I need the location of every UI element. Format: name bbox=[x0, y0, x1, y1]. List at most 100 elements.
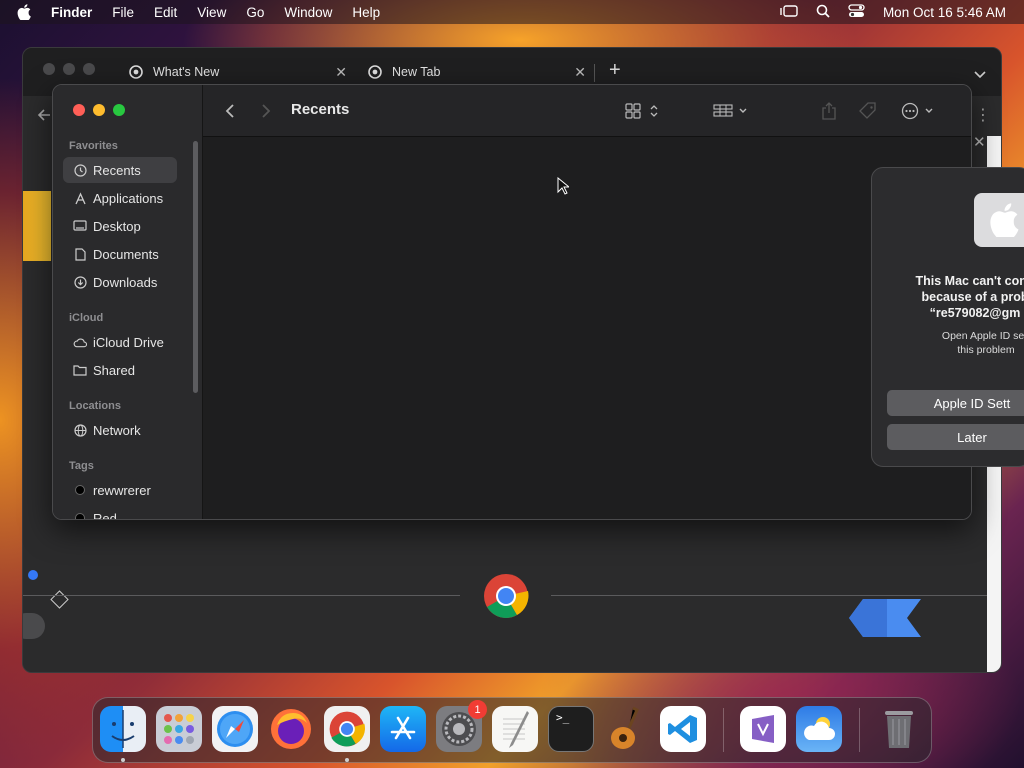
chrome-close-button[interactable] bbox=[43, 63, 55, 75]
back-arrow-icon[interactable] bbox=[36, 107, 52, 128]
sidebar-item-tag-red[interactable]: Red bbox=[63, 505, 177, 520]
tab-label: New Tab bbox=[392, 65, 441, 79]
section-tags: Tags bbox=[69, 460, 94, 472]
menu-window[interactable]: Window bbox=[284, 5, 332, 20]
safari-icon[interactable] bbox=[212, 706, 258, 752]
document-icon bbox=[73, 247, 87, 261]
stage-manager-icon[interactable] bbox=[780, 4, 798, 21]
applications-icon bbox=[73, 191, 87, 205]
chrome-logo-icon bbox=[483, 573, 529, 619]
sidebar-item-icloud-drive[interactable]: iCloud Drive bbox=[63, 329, 177, 355]
sidebar-item-desktop[interactable]: Desktop bbox=[63, 213, 177, 239]
menu-edit[interactable]: Edit bbox=[154, 5, 177, 20]
trash-icon[interactable] bbox=[876, 706, 922, 752]
menu-app-name[interactable]: Finder bbox=[51, 5, 92, 20]
clock-icon bbox=[73, 163, 87, 177]
download-icon bbox=[73, 275, 87, 289]
sidebar-item-label: Recents bbox=[93, 162, 141, 178]
close-button[interactable] bbox=[73, 104, 85, 116]
tab-close-icon[interactable]: ✕ bbox=[574, 64, 586, 81]
sidebar-item-applications[interactable]: Applications bbox=[63, 185, 177, 211]
group-by-icon[interactable] bbox=[713, 101, 751, 121]
launchpad-icon[interactable] bbox=[156, 706, 202, 752]
tag-icon[interactable] bbox=[859, 101, 877, 121]
menu-bar: Finder File Edit View Go Window Help Mon… bbox=[0, 0, 1024, 24]
sidebar-item-shared[interactable]: Shared bbox=[63, 357, 177, 383]
sidebar-item-label: Red bbox=[93, 510, 117, 520]
finder-toolbar: Recents bbox=[203, 85, 971, 137]
garageband-icon[interactable] bbox=[604, 706, 650, 752]
divider-line-left bbox=[23, 595, 460, 596]
finder-icon[interactable] bbox=[100, 706, 146, 752]
sidebar-item-label: Desktop bbox=[93, 218, 141, 234]
control-center-icon[interactable] bbox=[848, 3, 865, 21]
icon-view-grid-icon[interactable] bbox=[625, 101, 661, 121]
diamond-icon bbox=[50, 590, 69, 609]
apple-logo-icon bbox=[974, 193, 1024, 247]
sidebar-item-network[interactable]: Network bbox=[63, 417, 177, 443]
tab-divider bbox=[594, 64, 595, 82]
action-more-icon[interactable] bbox=[901, 101, 937, 121]
sidebar-scrollbar[interactable] bbox=[193, 141, 198, 393]
chrome-menu-icon[interactable]: ⋮ bbox=[975, 105, 991, 125]
finder-title: Recents bbox=[291, 101, 350, 118]
tab-whats-new[interactable]: What's New ✕ bbox=[129, 58, 347, 86]
app-store-icon[interactable] bbox=[380, 706, 426, 752]
share-icon[interactable] bbox=[821, 101, 837, 121]
finder-window: Favorites Recents Applications Desktop D… bbox=[52, 84, 972, 520]
menu-go[interactable]: Go bbox=[246, 5, 264, 20]
alert-message: This Mac can't conn because of a prob “r… bbox=[915, 274, 1024, 320]
sidebar-item-recents[interactable]: Recents bbox=[63, 157, 177, 183]
menu-file[interactable]: File bbox=[112, 5, 134, 20]
terminal-icon[interactable]: >_ bbox=[548, 706, 594, 752]
whats-new-graphic bbox=[23, 191, 51, 261]
menu-view[interactable]: View bbox=[197, 5, 226, 20]
mouse-cursor-icon bbox=[557, 176, 571, 200]
dock-separator bbox=[723, 708, 724, 752]
alert-informative-text: Open Apple ID sett this problem bbox=[941, 330, 1024, 356]
finder-sidebar: Favorites Recents Applications Desktop D… bbox=[53, 85, 203, 520]
sidebar-item-label: rewwrerer bbox=[93, 482, 151, 498]
visual-studio-icon[interactable] bbox=[740, 706, 786, 752]
dock: >_ bbox=[92, 697, 932, 763]
notification-badge: 1 bbox=[468, 700, 487, 719]
sidebar-item-downloads[interactable]: Downloads bbox=[63, 269, 177, 295]
tag-dot-icon bbox=[73, 511, 87, 519]
dock-separator bbox=[859, 708, 860, 752]
apple-id-settings-button[interactable]: Apple ID Sett bbox=[887, 390, 1024, 416]
forward-chevron-icon[interactable] bbox=[261, 101, 271, 121]
later-button[interactable]: Later bbox=[887, 424, 1024, 450]
apple-menu-icon[interactable] bbox=[17, 4, 37, 20]
chrome-dock-icon[interactable] bbox=[324, 706, 370, 752]
new-tab-button[interactable]: + bbox=[609, 59, 621, 82]
sidebar-item-label: Applications bbox=[93, 190, 164, 206]
tab-label: What's New bbox=[153, 65, 220, 79]
chrome-minimize-button[interactable] bbox=[63, 63, 75, 75]
weather-icon[interactable] bbox=[796, 706, 842, 752]
sidebar-item-label: Network bbox=[93, 422, 141, 438]
section-favorites: Favorites bbox=[69, 140, 118, 152]
sidebar-item-label: iCloud Drive bbox=[93, 334, 164, 350]
textedit-icon[interactable] bbox=[492, 706, 538, 752]
menu-help[interactable]: Help bbox=[352, 5, 380, 20]
finder-file-area[interactable] bbox=[203, 137, 971, 519]
pill-shape bbox=[23, 613, 45, 639]
chrome-zoom-button[interactable] bbox=[83, 63, 95, 75]
section-locations: Locations bbox=[69, 400, 121, 412]
tab-close-icon[interactable]: ✕ bbox=[335, 64, 347, 81]
close-icon[interactable]: ✕ bbox=[973, 133, 986, 151]
tab-new-tab[interactable]: New Tab ✕ bbox=[368, 58, 586, 86]
running-indicator bbox=[121, 758, 125, 762]
menu-clock[interactable]: Mon Oct 16 5:46 AM bbox=[883, 5, 1006, 20]
zoom-button[interactable] bbox=[113, 104, 125, 116]
chrome-favicon-icon bbox=[368, 65, 382, 79]
spotlight-search-icon[interactable] bbox=[816, 4, 830, 21]
blue-dot-indicator bbox=[28, 570, 38, 580]
firefox-icon[interactable] bbox=[268, 706, 314, 752]
minimize-button[interactable] bbox=[93, 104, 105, 116]
sidebar-item-documents[interactable]: Documents bbox=[63, 241, 177, 267]
back-chevron-icon[interactable] bbox=[225, 101, 235, 121]
tab-search-chevron-down-icon[interactable] bbox=[974, 66, 986, 84]
sidebar-item-tag-rewwrerer[interactable]: rewwrerer bbox=[63, 477, 177, 503]
vscode-icon[interactable] bbox=[660, 706, 706, 752]
